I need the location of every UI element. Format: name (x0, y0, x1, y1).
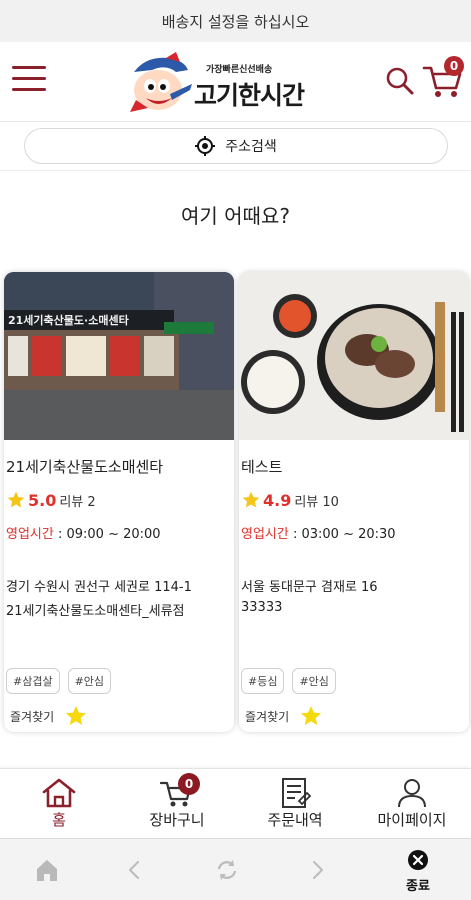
tag-chip[interactable]: #등심 (241, 668, 285, 694)
location-target-icon (195, 136, 216, 156)
favorite-toggle[interactable]: 즐겨찾기 (10, 704, 88, 728)
browser-refresh-icon[interactable] (214, 857, 240, 883)
rating-row: 5.0 리뷰 2 (6, 490, 96, 510)
divider (0, 170, 471, 171)
store-sign-text: 21세기축산물도·소매센타 (8, 313, 130, 327)
section-title: 여기 어때요? (181, 204, 290, 228)
tag-chip[interactable]: #안심 (67, 668, 112, 694)
favorite-star-icon[interactable] (299, 704, 323, 728)
logo-mascot-icon (130, 52, 192, 112)
close-icon (408, 850, 428, 870)
store-name: 테스트 (241, 458, 283, 476)
user-icon (398, 779, 426, 808)
favorite-toggle[interactable]: 즐겨찾기 (245, 704, 323, 728)
store-photo (239, 272, 469, 440)
address-search-button[interactable]: 주소검색 (24, 128, 448, 164)
business-hours-label: 영업시간 (241, 527, 289, 542)
browser-forward-icon[interactable] (304, 857, 330, 883)
nav-orders-label: 주문내역 (267, 811, 323, 829)
favorite-label: 즐겨찾기 (10, 709, 55, 724)
store-address-line1: 서울 동대문구 겸재로 16 (241, 580, 378, 595)
star-icon (7, 491, 25, 508)
delivery-notice-text: 배송지 설정을 하십시오 (161, 12, 310, 31)
favorite-star-icon[interactable] (64, 704, 88, 728)
order-list-icon (282, 778, 312, 808)
nav-home-label: 홈 (52, 811, 66, 829)
nav-mypage[interactable]: 마이페이지 (353, 769, 471, 837)
browser-toolbar: 종료 (0, 838, 471, 900)
nav-mypage-label: 마이페이지 (377, 811, 447, 829)
rating-row: 4.9 리뷰 10 (241, 490, 339, 510)
store-card[interactable]: 21세기축산물도·소매센타 21세기축산물도소매센타 5.0 리뷰 2 영업시간… (4, 272, 234, 732)
logo-name: 고기한시간 (194, 81, 305, 110)
nav-orders[interactable]: 주문내역 (236, 769, 354, 837)
nav-cart-label: 장바구니 (149, 811, 205, 829)
home-icon (42, 778, 76, 808)
business-hours-label: 영업시간 (6, 527, 54, 542)
review-count: 리뷰 2 (59, 494, 96, 510)
search-icon[interactable] (385, 66, 415, 96)
store-photo: 21세기축산물도·소매센타 (4, 272, 234, 440)
store-address-line2: 21세기축산물도소매센타_세류점 (6, 604, 185, 619)
tag-list: #삼겹살 #안심 (6, 668, 112, 694)
review-count: 리뷰 10 (294, 494, 339, 510)
tag-chip[interactable]: #안심 (292, 668, 336, 694)
star-icon (242, 491, 260, 508)
favorite-label: 즐겨찾기 (245, 709, 290, 724)
business-hours: 영업시간 : 09:00 ~ 20:00 (6, 523, 161, 542)
nav-cart-badge: 0 (178, 773, 200, 795)
rating-score: 5.0 (28, 490, 57, 510)
business-hours-value: : 09:00 ~ 20:00 (53, 527, 161, 542)
browser-back-icon[interactable] (122, 857, 148, 883)
exit-button[interactable]: 종료 (398, 849, 438, 897)
menu-icon[interactable] (12, 64, 48, 94)
nav-home[interactable]: 홈 (0, 769, 118, 837)
browser-home-icon[interactable] (34, 857, 60, 883)
exit-label: 종료 (406, 879, 430, 894)
header-cart-badge: 0 (444, 56, 464, 76)
tag-list: #등심 #안심 (241, 668, 336, 694)
logo-tagline: 가장빠른신선배송 (206, 65, 273, 75)
store-address-line2: 33333 (241, 600, 283, 615)
rating-score: 4.9 (263, 490, 292, 510)
app-header: 가장빠른신선배송 고기한시간 0 (0, 42, 471, 122)
nav-cart[interactable]: 0 장바구니 (118, 769, 236, 837)
store-name: 21세기축산물도소매센타 (6, 458, 164, 476)
tag-chip[interactable]: #삼겹살 (6, 668, 60, 694)
bottom-nav: 홈 0 장바구니 주문내역 마이페이지 (0, 768, 471, 836)
delivery-address-notice[interactable]: 배송지 설정을 하십시오 (0, 0, 471, 42)
business-hours-value: : 03:00 ~ 20:30 (288, 527, 396, 542)
logo[interactable]: 가장빠른신선배송 고기한시간 (126, 50, 326, 116)
business-hours: 영업시간 : 03:00 ~ 20:30 (241, 523, 396, 542)
store-address-line1: 경기 수원시 권선구 세권로 114-1 (6, 580, 192, 595)
store-card[interactable]: 테스트 4.9 리뷰 10 영업시간 : 03:00 ~ 20:30 서울 동대… (239, 272, 469, 732)
address-search-label: 주소검색 (225, 139, 277, 155)
